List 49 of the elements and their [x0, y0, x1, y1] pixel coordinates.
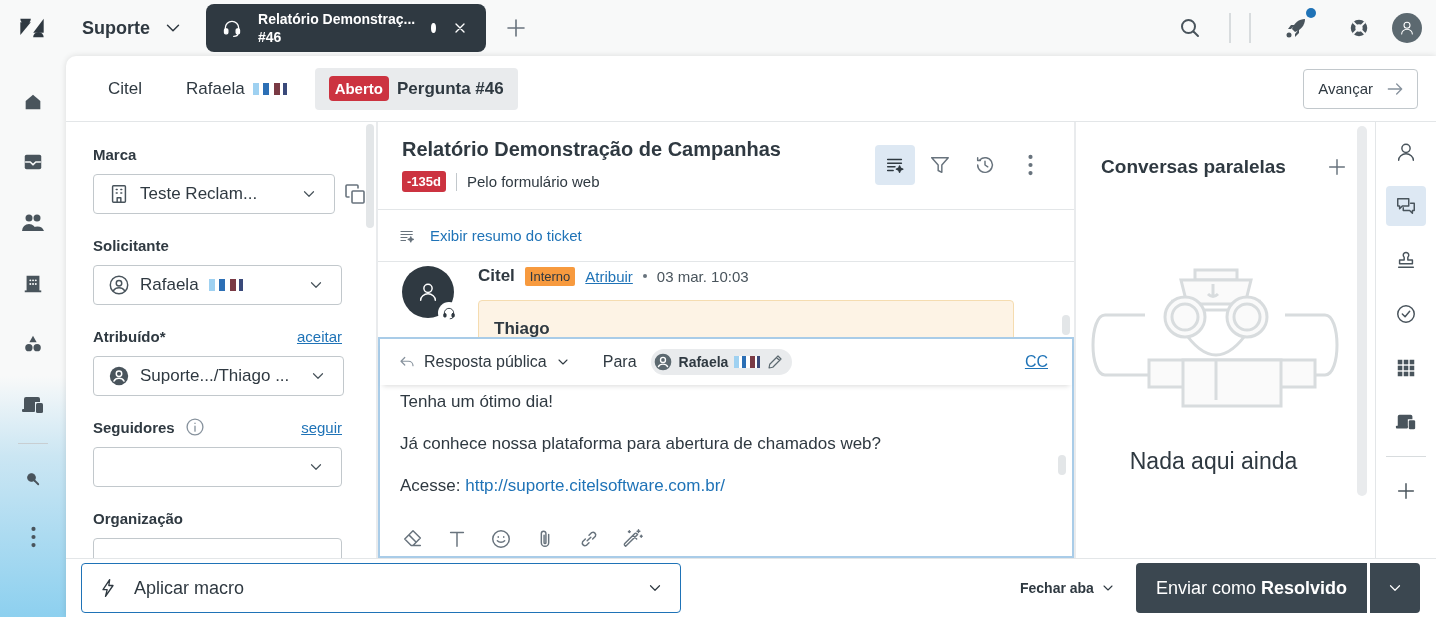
- author-name: Citel: [478, 266, 515, 286]
- sla-badge: -135d: [402, 171, 446, 192]
- reply-editor[interactable]: Resposta pública Para Rafaela CC Tenha um ótimo dia! Já conhece nossa plataforma para abertura de chamados web? Acesse: http://suporte.citelsoftware.com.br/: [378, 337, 1074, 558]
- select-field[interactable]: Teste Reclam...: [93, 174, 335, 214]
- macro-dropdown[interactable]: Aplicar macro: [81, 563, 681, 613]
- breadcrumb-tab[interactable]: Rafaela: [170, 67, 303, 110]
- message-time: 03 mar. 10:03: [656, 267, 749, 285]
- breadcrumb-label: Rafaela: [186, 78, 245, 99]
- reply-text-line: Acesse: http://suporte.citelsoftware.com.br/: [400, 475, 727, 497]
- breadcrumb-tab[interactable]: Citel: [92, 67, 158, 110]
- field-value: Rafaela: [140, 275, 199, 295]
- summary-link[interactable]: Exibir resumo do ticket: [430, 227, 582, 244]
- channel-text: Pelo formulário web: [466, 173, 600, 190]
- tab-subtitle: #46: [258, 28, 283, 46]
- reply-type-dropdown[interactable]: Resposta pública: [398, 353, 571, 371]
- field-value: Teste Reclam...: [140, 184, 258, 204]
- cc-link[interactable]: CC: [1024, 353, 1048, 371]
- assign-link[interactable]: Atribuir: [585, 267, 633, 285]
- field-label: Marca: [93, 145, 137, 163]
- reply-text-line: Tenha um ótimo dia!: [400, 391, 555, 413]
- field-action-link[interactable]: aceitar: [296, 327, 342, 345]
- field-label: Atribuído*: [93, 327, 166, 345]
- status-badge: Aberto: [328, 76, 389, 101]
- ticket-title: Relatório Demonstração de Campanhas: [402, 138, 782, 161]
- next-button[interactable]: Avançar: [1303, 68, 1418, 109]
- submit-button[interactable]: Enviar como Resolvido: [1135, 563, 1367, 613]
- url-link[interactable]: http://suporte.citelsoftware.com.br/: [465, 476, 726, 495]
- recipient-name: Rafaela: [678, 354, 729, 370]
- breadcrumb-label: Pergunta #46: [396, 78, 504, 99]
- field-label: Seguidores: [93, 418, 175, 436]
- field-label: Solicitante: [93, 236, 169, 254]
- tab-title: Relatório Demonstraç...: [258, 10, 416, 28]
- breadcrumb-label: Citel: [108, 78, 142, 99]
- internal-tag: Interno: [524, 266, 576, 286]
- open-ticket-tab[interactable]: Relatório Demonstraç... #46: [206, 4, 486, 52]
- breadcrumb-tab[interactable]: Aberto Pergunta #46: [314, 67, 518, 110]
- field-value: Suporte.../Thiago ...: [140, 366, 290, 386]
- close-tab-dropdown[interactable]: Fechar aba: [1020, 580, 1116, 596]
- field-label: Organização: [93, 509, 184, 527]
- recipient-chip[interactable]: Rafaela: [650, 349, 793, 375]
- field-action-link[interactable]: seguir: [301, 418, 342, 436]
- empty-state-text: Nada aqui ainda: [1129, 448, 1298, 475]
- to-label: Para: [602, 353, 637, 371]
- panel-title: Conversas paralelas: [1101, 156, 1286, 178]
- select-field[interactable]: Rafaela: [93, 265, 342, 305]
- select-field[interactable]: Suporte.../Thiago ...: [93, 356, 345, 396]
- reply-text-line: Já conhece nossa plataforma para abertura de chamados web?: [400, 433, 883, 455]
- workspace-dropdown[interactable]: Suporte: [82, 17, 184, 39]
- message-heading: Thiago: [494, 319, 550, 337]
